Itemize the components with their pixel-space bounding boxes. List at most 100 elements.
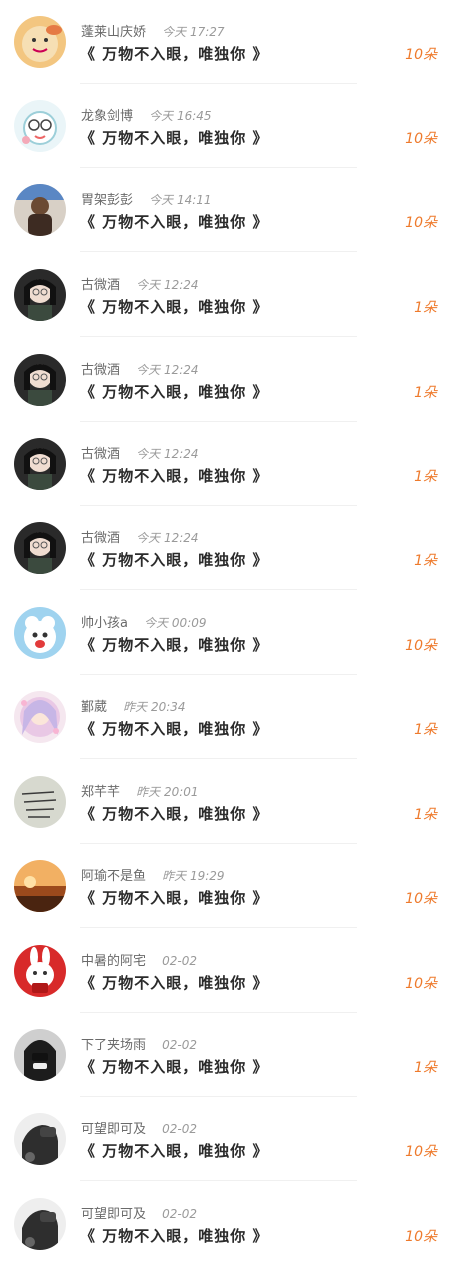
user-name[interactable]: 胃架彭彭: [81, 193, 133, 208]
flower-count: 10朵: [405, 47, 437, 63]
user-name[interactable]: 下了夹场雨: [81, 1038, 146, 1053]
item-title[interactable]: 《 万物不入眼，唯独你 》: [80, 1226, 268, 1246]
timestamp: 今天 12:24: [136, 531, 199, 545]
item-meta: 古微酒 今天 12:24: [81, 530, 199, 547]
user-name[interactable]: 龙象剑博: [81, 109, 133, 124]
avatar[interactable]: [14, 1113, 66, 1165]
user-name[interactable]: 鄞葳: [81, 700, 107, 715]
item-meta: 可望即可及 02-02: [81, 1206, 197, 1223]
divider: [80, 589, 357, 590]
flower-count: 1朵: [414, 553, 437, 569]
avatar-image: [14, 354, 66, 406]
item-title[interactable]: 《 万物不入眼，唯独你 》: [80, 973, 268, 993]
flower-count: 1朵: [414, 807, 437, 823]
user-name[interactable]: 蓬莱山庆娇: [81, 25, 146, 40]
user-name[interactable]: 古微酒: [81, 278, 120, 293]
divider: [80, 251, 357, 252]
item-title[interactable]: 《 万物不入眼，唯独你 》: [80, 466, 268, 486]
flower-count: 1朵: [414, 385, 437, 401]
item-title[interactable]: 《 万物不入眼，唯独你 》: [80, 888, 268, 908]
list-item[interactable]: 可望即可及 02-02 《 万物不入眼，唯独你 》 10朵: [0, 1182, 453, 1266]
avatar[interactable]: [14, 776, 66, 828]
item-title[interactable]: 《 万物不入眼，唯独你 》: [80, 382, 268, 402]
user-name[interactable]: 中暑的阿宅: [81, 954, 146, 969]
item-meta: 下了夹场雨 02-02: [81, 1037, 197, 1054]
avatar[interactable]: [14, 1198, 66, 1250]
flower-count: 1朵: [414, 722, 437, 738]
user-name[interactable]: 郑芊芊: [81, 785, 120, 800]
avatar[interactable]: [14, 607, 66, 659]
timestamp: 昨天 20:01: [136, 785, 199, 799]
flower-count: 10朵: [405, 215, 437, 231]
timestamp: 今天 16:45: [149, 109, 212, 123]
user-name[interactable]: 可望即可及: [81, 1207, 146, 1222]
user-name[interactable]: 古微酒: [81, 363, 120, 378]
item-title[interactable]: 《 万物不入眼，唯独你 》: [80, 212, 268, 232]
avatar[interactable]: [14, 354, 66, 406]
avatar-image: [14, 607, 66, 659]
avatar-image: [14, 691, 66, 743]
timestamp: 02-02: [162, 1122, 198, 1136]
item-meta: 古微酒 今天 12:24: [81, 362, 199, 379]
flower-count: 10朵: [405, 131, 437, 147]
avatar-image: [14, 860, 66, 912]
list-item[interactable]: 龙象剑博 今天 16:45 《 万物不入眼，唯独你 》 10朵: [0, 84, 453, 168]
avatar[interactable]: [14, 184, 66, 236]
item-title[interactable]: 《 万物不入眼，唯独你 》: [80, 1141, 268, 1161]
avatar[interactable]: [14, 1029, 66, 1081]
flower-count: 1朵: [414, 1060, 437, 1076]
list-item[interactable]: 郑芊芊 昨天 20:01 《 万物不入眼，唯独你 》 1朵: [0, 760, 453, 844]
list-item[interactable]: 阿瑜不是鱼 昨天 19:29 《 万物不入眼，唯独你 》 10朵: [0, 844, 453, 928]
avatar-image: [14, 1029, 66, 1081]
list-item[interactable]: 鄞葳 昨天 20:34 《 万物不入眼，唯独你 》 1朵: [0, 675, 453, 759]
list-item[interactable]: 古微酒 今天 12:24 《 万物不入眼，唯独你 》 1朵: [0, 253, 453, 337]
list-item[interactable]: 中暑的阿宅 02-02 《 万物不入眼，唯独你 》 10朵: [0, 929, 453, 1013]
avatar[interactable]: [14, 945, 66, 997]
user-name[interactable]: 古微酒: [81, 531, 120, 546]
avatar-image: [14, 1113, 66, 1165]
list-item[interactable]: 古微酒 今天 12:24 《 万物不入眼，唯独你 》 1朵: [0, 506, 453, 590]
item-title[interactable]: 《 万物不入眼，唯独你 》: [80, 1057, 268, 1077]
item-meta: 阿瑜不是鱼 昨天 19:29: [81, 868, 225, 885]
item-meta: 郑芊芊 昨天 20:01: [81, 784, 199, 801]
avatar-image: [14, 184, 66, 236]
flower-count: 1朵: [414, 300, 437, 316]
item-title[interactable]: 《 万物不入眼，唯独你 》: [80, 635, 268, 655]
avatar[interactable]: [14, 16, 66, 68]
list-item[interactable]: 可望即可及 02-02 《 万物不入眼，唯独你 》 10朵: [0, 1097, 453, 1181]
avatar[interactable]: [14, 438, 66, 490]
flower-count: 10朵: [405, 891, 437, 907]
user-name[interactable]: 古微酒: [81, 447, 120, 462]
avatar[interactable]: [14, 269, 66, 321]
reward-list: 蓬莱山庆娇 今天 17:27 《 万物不入眼，唯独你 》 10朵 龙象剑博 今天…: [0, 0, 453, 1280]
avatar[interactable]: [14, 522, 66, 574]
timestamp: 今天 17:27: [162, 25, 225, 39]
flower-count: 1朵: [414, 469, 437, 485]
timestamp: 今天 12:24: [136, 278, 199, 292]
item-title[interactable]: 《 万物不入眼，唯独你 》: [80, 719, 268, 739]
item-meta: 胃架彭彭 今天 14:11: [81, 192, 212, 209]
user-name[interactable]: 帅小孩a: [81, 616, 128, 631]
user-name[interactable]: 阿瑜不是鱼: [81, 869, 146, 884]
item-title[interactable]: 《 万物不入眼，唯独你 》: [80, 128, 268, 148]
user-name[interactable]: 可望即可及: [81, 1122, 146, 1137]
item-title[interactable]: 《 万物不入眼，唯独你 》: [80, 550, 268, 570]
avatar-image: [14, 945, 66, 997]
item-title[interactable]: 《 万物不入眼，唯独你 》: [80, 44, 268, 64]
timestamp: 今天 12:24: [136, 447, 199, 461]
avatar-image: [14, 269, 66, 321]
list-item[interactable]: 胃架彭彭 今天 14:11 《 万物不入眼，唯独你 》 10朵: [0, 168, 453, 252]
avatar[interactable]: [14, 860, 66, 912]
list-item[interactable]: 帅小孩a 今天 00:09 《 万物不入眼，唯独你 》 10朵: [0, 591, 453, 675]
avatar-image: [14, 438, 66, 490]
list-item[interactable]: 古微酒 今天 12:24 《 万物不入眼，唯独你 》 1朵: [0, 338, 453, 422]
list-item[interactable]: 蓬莱山庆娇 今天 17:27 《 万物不入眼，唯独你 》 10朵: [0, 0, 453, 84]
list-item[interactable]: 下了夹场雨 02-02 《 万物不入眼，唯独你 》 1朵: [0, 1013, 453, 1097]
avatar[interactable]: [14, 100, 66, 152]
list-item[interactable]: 古微酒 今天 12:24 《 万物不入眼，唯独你 》 1朵: [0, 422, 453, 506]
item-title[interactable]: 《 万物不入眼，唯独你 》: [80, 297, 268, 317]
avatar-image: [14, 100, 66, 152]
divider: [80, 1180, 357, 1181]
avatar[interactable]: [14, 691, 66, 743]
item-title[interactable]: 《 万物不入眼，唯独你 》: [80, 804, 268, 824]
